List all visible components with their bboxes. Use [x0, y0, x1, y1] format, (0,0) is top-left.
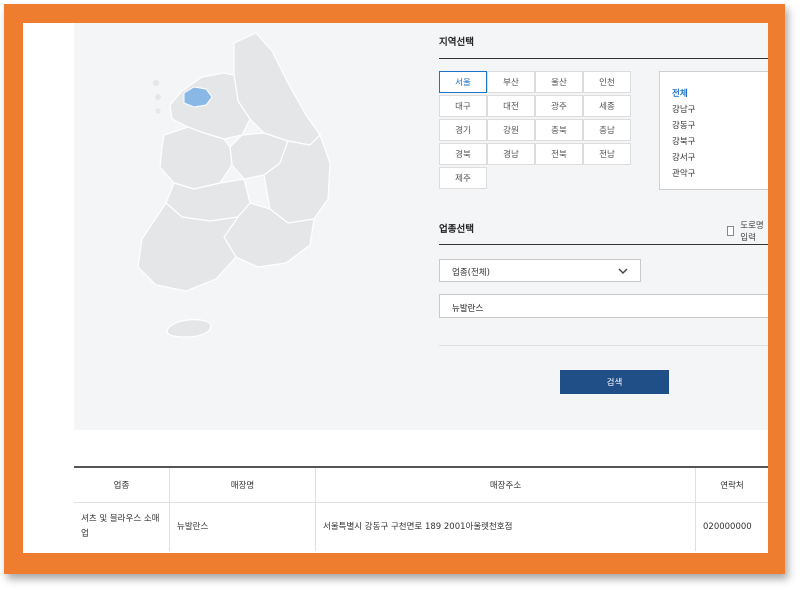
map-island-2 — [155, 94, 161, 100]
header-store-name: 매장명 — [170, 468, 316, 502]
form-divider — [439, 345, 768, 346]
cell-store-address: 서울특별시 강동구 구천면로 189 2001아울렛천호점 — [316, 503, 696, 551]
region-daegu-button[interactable]: 대구 — [439, 95, 487, 117]
cell-contact: 020000000 — [703, 521, 752, 532]
business-section-title: 업종선택 — [439, 224, 474, 235]
district-item-gangbuk[interactable]: 강북구 — [672, 135, 695, 147]
keyword-input[interactable]: 뉴발란스 — [439, 294, 768, 318]
header-contact: 연락처 — [720, 481, 744, 491]
road-name-toggle[interactable]: 도로명 입력 — [727, 219, 768, 243]
region-gyeongnam-button[interactable]: 경남 — [487, 143, 535, 165]
keyword-input-value: 뉴발란스 — [452, 304, 484, 314]
region-incheon-button[interactable]: 인천 — [583, 71, 631, 93]
category-select[interactable]: 업종(전체) — [439, 259, 641, 282]
region-seoul-button[interactable]: 서울 — [439, 71, 487, 93]
business-section-rule — [439, 244, 768, 245]
region-ulsan-button[interactable]: 울산 — [535, 71, 583, 93]
header-store-address: 매장주소 — [316, 468, 696, 502]
orange-frame: 지역선택 서울 부산 울산 인천 대구 대전 광주 세종 경기 강원 충북 충남… — [4, 4, 785, 574]
region-chungbuk-button[interactable]: 충북 — [535, 119, 583, 141]
page-content: 지역선택 서울 부산 울산 인천 대구 대전 광주 세종 경기 강원 충북 충남… — [23, 23, 768, 553]
region-busan-button[interactable]: 부산 — [487, 71, 535, 93]
district-item-gangnam[interactable]: 강남구 — [672, 103, 695, 115]
map-region-gangwon[interactable] — [233, 32, 321, 146]
cell-store-name[interactable]: 뉴발란스 — [170, 503, 316, 551]
district-item-gangdong[interactable]: 강동구 — [672, 119, 695, 131]
map-region-jeju[interactable] — [166, 319, 212, 338]
district-item-gangseo[interactable]: 강서구 — [672, 151, 695, 163]
district-list[interactable]: 전체 강남구 강동구 강북구 강서구 관악구 — [659, 71, 768, 190]
region-gyeongbuk-button[interactable]: 경북 — [439, 143, 487, 165]
category-select-value: 업종(전체) — [452, 268, 490, 278]
district-item-gwanak[interactable]: 관악구 — [672, 167, 695, 179]
search-button[interactable]: 검색 — [560, 370, 669, 394]
cell-category: 셔츠 및 블라우스 소매업 — [74, 503, 170, 551]
region-chungnam-button[interactable]: 충남 — [583, 119, 631, 141]
region-section-title: 지역선택 — [439, 37, 474, 48]
region-gwangju-button[interactable]: 광주 — [535, 95, 583, 117]
road-name-label: 도로명 입력 — [740, 221, 764, 243]
region-jeonbuk-button[interactable]: 전북 — [535, 143, 583, 165]
search-panel: 지역선택 서울 부산 울산 인천 대구 대전 광주 세종 경기 강원 충북 충남… — [74, 23, 768, 430]
map-island-1 — [153, 80, 159, 86]
korea-map[interactable] — [74, 23, 374, 353]
region-daejeon-button[interactable]: 대전 — [487, 95, 535, 117]
region-sejong-button[interactable]: 세종 — [583, 95, 631, 117]
district-item-all[interactable]: 전체 — [672, 87, 688, 99]
map-island-3 — [155, 108, 161, 114]
region-gangwon-button[interactable]: 강원 — [487, 119, 535, 141]
chevron-down-icon — [618, 268, 628, 274]
header-category: 업종 — [74, 468, 170, 502]
region-jeju-button[interactable]: 제주 — [439, 167, 487, 189]
road-name-checkbox[interactable] — [727, 226, 735, 236]
region-gyeonggi-button[interactable]: 경기 — [439, 119, 487, 141]
region-section-rule — [439, 58, 768, 59]
region-jeonnam-button[interactable]: 전남 — [583, 143, 631, 165]
